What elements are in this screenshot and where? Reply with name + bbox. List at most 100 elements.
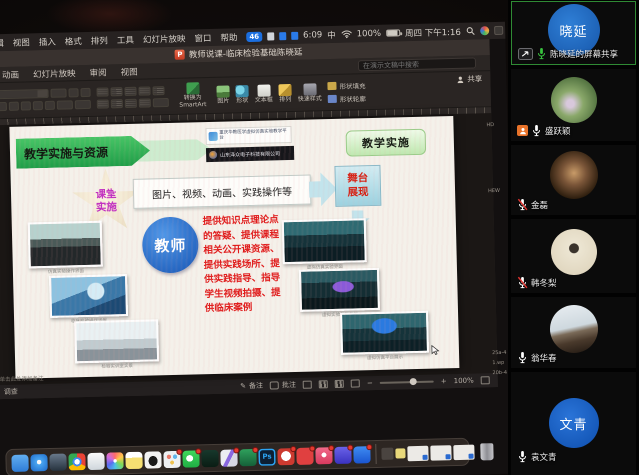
dock-icon-photos[interactable]	[106, 452, 123, 469]
menu-item-arrange[interactable]: 排列	[91, 34, 108, 46]
menu-item-edit-partial[interactable]: 辑	[0, 36, 4, 48]
menu-item-tools[interactable]: 工具	[117, 33, 134, 45]
align-right-button[interactable]	[152, 86, 164, 95]
slide-canvas[interactable]: 教学实施与资源 重庆华教医学虚拟仿真实验教学平台 山东泽众电子科技有限公司 教学…	[9, 116, 459, 379]
dock-icon-qq[interactable]	[144, 451, 161, 468]
zoom-out-button[interactable]: −	[367, 379, 373, 387]
align-left-button[interactable]	[124, 87, 136, 96]
desktop-file-label[interactable]: 1.wp	[492, 360, 504, 366]
desktop-file-label[interactable]: 25a-4	[492, 350, 507, 356]
font-size-dropdown[interactable]	[50, 88, 66, 97]
menu-item-insert[interactable]: 插入	[39, 35, 56, 47]
menu-item-slideshow[interactable]: 幻灯片放映	[143, 32, 186, 45]
columns-button[interactable]	[125, 99, 137, 108]
reading-view-button[interactable]	[335, 380, 344, 388]
numbering-button[interactable]	[110, 87, 122, 96]
minimized-presentation-window[interactable]	[407, 445, 428, 461]
participant-tile-jinlei[interactable]: 金磊	[511, 145, 636, 215]
notification-badge[interactable]: 46	[246, 31, 262, 41]
dock-icon-finder[interactable]	[11, 454, 28, 471]
participant-tile-yuanwenqing[interactable]: 文青 袁文青	[511, 372, 636, 475]
shape-fill-button[interactable]: 形状填充	[327, 80, 365, 91]
wifi-icon[interactable]	[341, 29, 352, 38]
menu-item-format[interactable]: 格式	[65, 35, 82, 47]
slide-sorter-view-button[interactable]	[319, 380, 328, 388]
dock-icon-activity-monitor[interactable]	[201, 449, 218, 466]
insert-shape-button[interactable]: 形状	[235, 85, 248, 105]
dock-icon-wechat[interactable]	[182, 450, 199, 467]
minimized-sticky-note[interactable]	[395, 448, 405, 458]
status-block-icon[interactable]	[267, 32, 274, 40]
highlight-color-button[interactable]	[57, 100, 73, 109]
dock-icon-browser[interactable]	[49, 453, 66, 470]
dock-icon-office-app[interactable]	[334, 446, 351, 463]
minimized-presentation-window[interactable]	[453, 444, 474, 460]
dock-icon-photoshop[interactable]: Ps	[258, 448, 275, 465]
font-name-dropdown[interactable]	[0, 89, 49, 99]
presentation-search-input[interactable]	[358, 57, 476, 71]
trash-icon[interactable]	[480, 443, 493, 460]
arrange-button[interactable]: 排列	[278, 84, 291, 104]
insert-textbox-button[interactable]: 文本框	[254, 84, 272, 104]
notes-toggle[interactable]: ✎ 备注	[240, 381, 263, 392]
align-center-button[interactable]	[138, 86, 150, 95]
notes-hint[interactable]: 单击此处添加备注	[0, 374, 44, 383]
tab-review[interactable]: 审阅	[89, 66, 106, 78]
recording-timer[interactable]: 6:09	[303, 30, 322, 40]
line-spacing-button[interactable]	[111, 99, 123, 108]
dock-icon-preview[interactable]	[87, 452, 104, 469]
shape-outline-button[interactable]: 形状轮廓	[328, 93, 366, 104]
participant-tile-chenxiaoyan[interactable]: 晓延 陈晓延的屏幕共享	[511, 1, 636, 65]
menubar-datetime[interactable]: 周四 下午1:16	[405, 25, 461, 38]
zoom-level[interactable]: 100%	[454, 377, 474, 385]
shrink-font-button[interactable]	[80, 88, 90, 97]
dock-icon-xiaohongshu[interactable]	[296, 447, 313, 464]
quick-styles-button[interactable]: 快速样式	[297, 83, 321, 103]
tab-slideshow[interactable]: 幻灯片放映	[33, 67, 76, 80]
menu-item-view[interactable]: 视图	[13, 36, 30, 48]
smartart-button[interactable]: 转换为 SmartArt	[174, 82, 211, 110]
slideshow-view-button[interactable]	[351, 379, 360, 387]
align-objects-button[interactable]	[153, 98, 169, 107]
dock-icon-prism[interactable]	[220, 449, 237, 466]
underline-button[interactable]	[21, 101, 31, 110]
participant-tile-handongli[interactable]: 韩冬梨	[511, 219, 636, 293]
minimized-presentation-window[interactable]	[430, 445, 451, 461]
bullets-button[interactable]	[96, 87, 108, 96]
fit-to-window-button[interactable]	[481, 376, 490, 384]
desktop-file-label[interactable]: HEW	[488, 188, 500, 194]
participant-tile-shengyueying[interactable]: 盛跃颖	[511, 69, 636, 141]
dock-icon-excel[interactable]	[239, 448, 256, 465]
status-block-icon[interactable]	[291, 31, 298, 39]
desktop-file-label[interactable]: 20b-4	[492, 370, 507, 376]
zoom-slider-knob[interactable]	[409, 378, 416, 385]
strikethrough-button[interactable]	[33, 101, 43, 110]
text-direction-button[interactable]	[139, 98, 151, 107]
comments-toggle[interactable]: 批注	[270, 380, 296, 391]
share-button[interactable]: 共享	[456, 73, 482, 85]
dock-icon-video-app[interactable]	[315, 447, 332, 464]
font-color-button[interactable]	[75, 100, 91, 109]
status-block-icon[interactable]	[279, 32, 286, 40]
tab-animations[interactable]: 动画	[2, 68, 19, 80]
insert-picture-button[interactable]: 图片	[216, 85, 229, 105]
zoom-slider[interactable]	[380, 381, 434, 384]
normal-view-button[interactable]	[303, 381, 312, 389]
desktop-file-label[interactable]: HD	[486, 122, 494, 128]
tab-view[interactable]: 视图	[120, 65, 137, 77]
bold-button[interactable]	[0, 102, 7, 111]
menu-item-window[interactable]: 窗口	[194, 31, 211, 43]
dock-icon-screenshot[interactable]	[277, 448, 294, 465]
dock-icon-notes[interactable]	[125, 451, 142, 468]
dock-icon-app-store[interactable]	[163, 450, 180, 467]
search-icon[interactable]	[466, 26, 475, 35]
italic-button[interactable]	[9, 102, 19, 111]
minimized-window[interactable]	[381, 448, 393, 460]
zoom-in-button[interactable]: +	[441, 377, 447, 385]
dock-icon-safari[interactable]	[30, 454, 47, 471]
dock-icon-meeting[interactable]	[353, 446, 370, 463]
participant-tile-wenghuachun[interactable]: 翁华春	[511, 297, 636, 368]
indent-button[interactable]	[97, 99, 109, 108]
menu-item-help[interactable]: 帮助	[220, 31, 237, 43]
dock-icon-chrome[interactable]	[68, 453, 85, 470]
